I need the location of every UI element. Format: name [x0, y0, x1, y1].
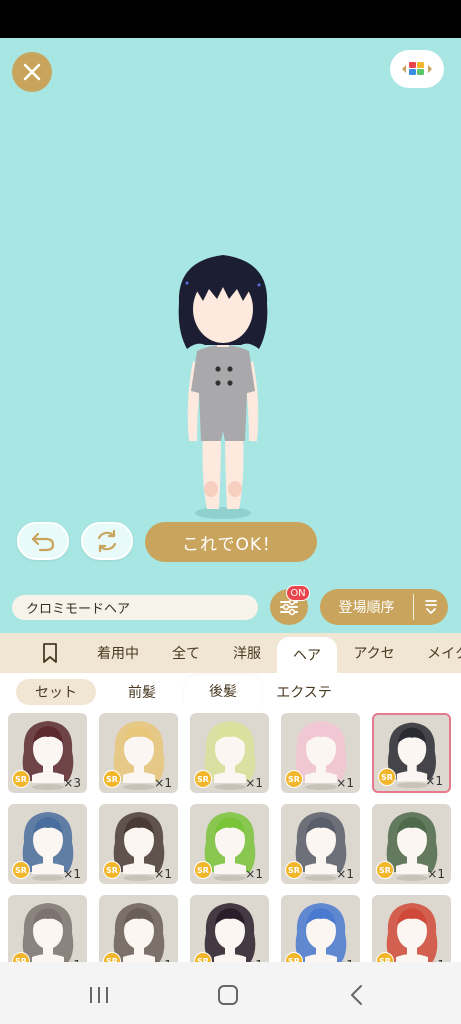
- item-grid: SR ×3 SR ×1 SR ×1 SR ×1 SR ×1 SR ×1 SR ×1 SR ×1 SR ×1 SR ×1…: [0, 709, 461, 962]
- hair-item-card[interactable]: SR ×1: [99, 713, 178, 793]
- avatar-stage: これでOK！: [0, 38, 461, 581]
- sort-divider: [413, 594, 414, 620]
- subtab-extensions[interactable]: エクステ: [266, 679, 342, 705]
- hair-item-card[interactable]: SR ×1: [190, 804, 269, 884]
- recent-apps-icon: [90, 987, 108, 1003]
- subtab-front-hair[interactable]: 前髪: [106, 679, 178, 705]
- sr-rarity-badge: SR: [376, 861, 394, 879]
- item-count: ×1: [154, 867, 172, 881]
- hair-item-card[interactable]: SR ×1: [281, 804, 360, 884]
- hair-item-card[interactable]: SR ×1: [372, 713, 451, 793]
- filter-on-badge: ON: [286, 585, 310, 601]
- sr-rarity-badge: SR: [103, 770, 121, 788]
- bookmark-icon: [43, 643, 57, 663]
- avatar-character: [178, 255, 268, 519]
- item-count: ×1: [154, 776, 172, 790]
- item-count: ×1: [245, 776, 263, 790]
- item-count: ×1: [425, 774, 443, 788]
- tab-wearing[interactable]: 着用中: [88, 633, 148, 673]
- back-chevron-icon: [351, 985, 362, 1005]
- sr-rarity-badge: SR: [194, 770, 212, 788]
- sr-rarity-badge: SR: [12, 770, 30, 788]
- close-icon: [23, 63, 41, 81]
- sr-rarity-badge: SR: [194, 861, 212, 879]
- item-count: ×1: [336, 867, 354, 881]
- item-count: ×3: [63, 776, 81, 790]
- hair-subtabs: セット 前髪 後髪 エクステ: [0, 673, 461, 709]
- close-button[interactable]: [12, 52, 52, 92]
- tab-clothes[interactable]: 洋服: [224, 633, 270, 673]
- tab-bookmark[interactable]: [30, 633, 70, 673]
- sr-rarity-badge: SR: [285, 861, 303, 879]
- subtab-back-hair[interactable]: 後髪: [184, 675, 262, 707]
- confirm-ok-button[interactable]: これでOK！: [145, 522, 317, 562]
- back-button[interactable]: [342, 980, 372, 1010]
- refresh-icon: [97, 529, 117, 553]
- layout-toggle-button[interactable]: [390, 50, 444, 88]
- tab-makeup[interactable]: メイク: [418, 633, 461, 673]
- hair-item-card[interactable]: SR ×1: [372, 804, 451, 884]
- item-count: ×1: [427, 867, 445, 881]
- sr-rarity-badge: SR: [103, 861, 121, 879]
- home-button[interactable]: [213, 980, 243, 1010]
- sr-rarity-badge: SR: [12, 861, 30, 879]
- refresh-button[interactable]: [81, 522, 133, 560]
- item-info-bar: クロミモードヘア ON 登場順序: [0, 581, 461, 633]
- hair-item-card[interactable]: SR ×1: [8, 804, 87, 884]
- item-count: ×1: [63, 867, 81, 881]
- status-bar: [0, 0, 461, 38]
- system-nav-bar: [0, 962, 461, 1024]
- item-name-field: クロミモードヘア: [12, 595, 258, 620]
- item-count: ×1: [336, 776, 354, 790]
- sr-rarity-badge: SR: [378, 768, 396, 786]
- tab-accessories[interactable]: アクセ: [344, 633, 404, 673]
- hair-item-card[interactable]: SR ×1: [99, 804, 178, 884]
- sort-order-button[interactable]: 登場順序: [320, 589, 448, 625]
- hair-item-card[interactable]: SR ×3: [8, 713, 87, 793]
- sort-direction-icon[interactable]: [414, 598, 448, 616]
- subtab-set[interactable]: セット: [16, 679, 96, 705]
- category-tabs: 着用中 全て 洋服 ヘア アクセ メイク: [0, 633, 461, 673]
- tab-all[interactable]: 全て: [163, 633, 209, 673]
- hair-item-card[interactable]: SR×1: [372, 895, 451, 962]
- item-count: ×1: [245, 867, 263, 881]
- hair-item-card[interactable]: SR ×1: [281, 713, 360, 793]
- hair-item-card[interactable]: SR×1: [281, 895, 360, 962]
- home-icon: [218, 985, 238, 1005]
- recent-apps-button[interactable]: [84, 980, 114, 1010]
- sort-label: 登場順序: [338, 600, 395, 616]
- sr-rarity-badge: SR: [285, 770, 303, 788]
- color-blocks-icon: [402, 62, 432, 75]
- hair-item-card[interactable]: SR×1: [8, 895, 87, 962]
- undo-icon: [31, 532, 55, 552]
- undo-button[interactable]: [17, 522, 69, 560]
- hair-item-card[interactable]: SR×1: [99, 895, 178, 962]
- hair-item-card[interactable]: SR ×1: [190, 713, 269, 793]
- tab-hair[interactable]: ヘア: [277, 637, 337, 673]
- hair-item-card[interactable]: SR×1: [190, 895, 269, 962]
